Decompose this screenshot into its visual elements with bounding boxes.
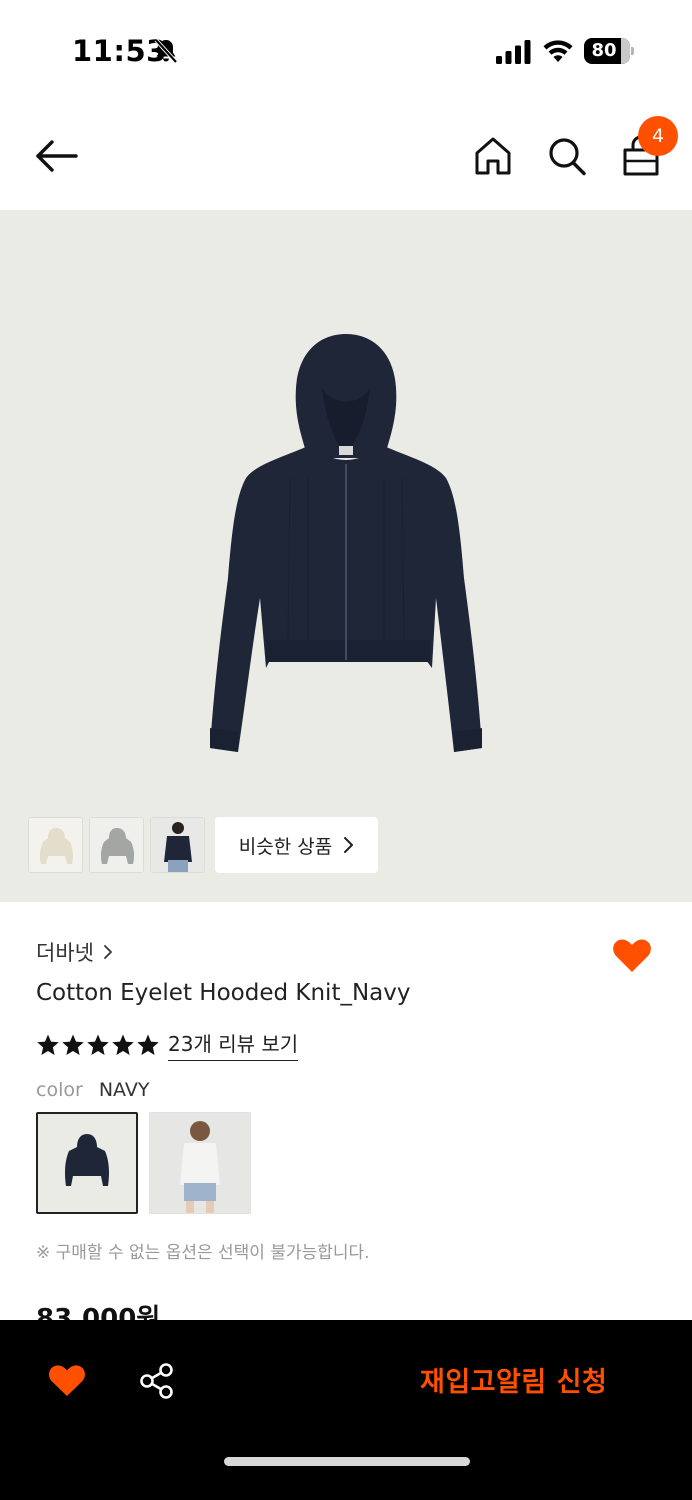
cart-count-badge: 4 [638,116,678,156]
model-white-swatch-image [180,1121,220,1213]
chevron-right-icon [104,945,112,959]
battery-icon: 80 [584,38,634,64]
star-icon [62,1034,84,1055]
option-notice: ※ 구매할 수 없는 옵션은 선택이 불가능합니다. [36,1243,370,1263]
thumbnail-cream[interactable] [28,817,83,873]
color-swatches [36,1112,251,1214]
brand-name: 더바넷 [36,941,94,965]
model-thumbnail-image [151,818,204,872]
chevron-right-icon [344,837,354,853]
heart-icon[interactable] [48,1364,86,1398]
wishlist-heart-icon[interactable] [612,938,652,974]
color-swatch-white[interactable] [149,1112,251,1214]
color-value: NAVY [98,1079,150,1101]
cellular-signal-icon [496,40,531,64]
status-bar: 11:53 80 [0,0,692,100]
navy-hoodie-swatch-image [65,1134,109,1186]
rating-row: 23개 리뷰 보기 [36,1028,299,1061]
battery-percent: 80 [591,40,617,61]
restock-alert-button[interactable]: 재입고알림 신청 [420,1360,607,1399]
star-icon [87,1034,109,1055]
product-name: Cotton Eyelet Hooded Knit_Navy [36,980,411,1006]
gray-hoodie-thumbnail-image [90,818,143,872]
thumbnail-gray[interactable] [89,817,144,873]
home-icon[interactable] [472,134,514,178]
star-icon [137,1034,159,1055]
color-label: color [36,1079,83,1101]
cream-hoodie-thumbnail-image [29,818,82,872]
review-link[interactable]: 23개 리뷰 보기 [168,1028,299,1061]
top-nav-bar [0,100,692,210]
home-indicator[interactable] [224,1457,470,1466]
arrow-left-icon[interactable] [30,134,82,178]
thumbnail-strip: 비슷한 상품 [28,817,378,873]
bottom-action-bar: 재입고알림 신청 [0,1320,692,1500]
product-image[interactable]: 비슷한 상품 [0,210,692,902]
rating-stars [36,1033,160,1057]
bell-slash-icon [154,38,178,64]
brand-link[interactable]: 더바넷 [36,937,114,967]
similar-products-button[interactable]: 비슷한 상품 [215,817,378,873]
color-swatch-navy[interactable] [36,1112,138,1214]
similar-products-label: 비슷한 상품 [238,835,333,858]
star-icon [112,1034,134,1055]
share-icon[interactable] [138,1362,176,1400]
thumbnail-model-navy[interactable] [150,817,205,873]
star-icon [37,1034,59,1055]
hoodie-image [210,334,482,752]
wifi-icon [543,40,573,62]
color-selector-label: color NAVY [36,1079,149,1101]
search-icon[interactable] [546,134,588,178]
